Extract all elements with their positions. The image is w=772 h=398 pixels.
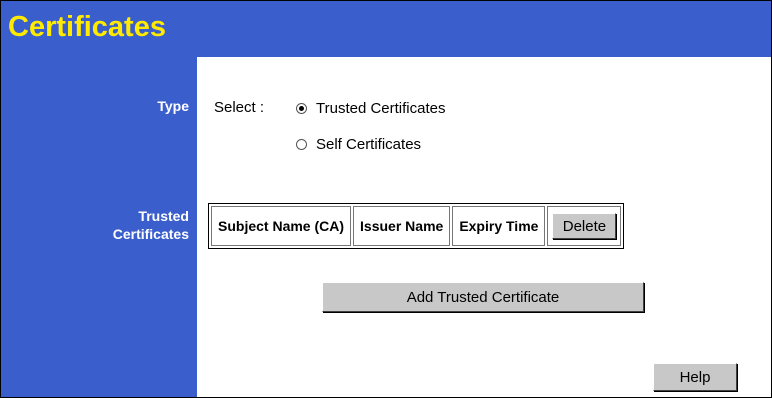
trusted-label-line1: Trusted bbox=[138, 208, 189, 224]
column-issuer-name: Issuer Name bbox=[353, 206, 451, 246]
delete-button[interactable]: Delete bbox=[552, 213, 617, 239]
type-label: Type bbox=[157, 98, 189, 114]
label-column: Type Trusted Certificates bbox=[1, 57, 197, 397]
certificates-table: Subject Name (CA) Issuer Name Expiry Tim… bbox=[208, 203, 625, 249]
delete-cell: Delete bbox=[547, 206, 622, 246]
trusted-label-line2: Certificates bbox=[112, 226, 189, 242]
column-expiry-time: Expiry Time bbox=[452, 206, 546, 246]
add-trusted-certificate-button[interactable]: Add Trusted Certificate bbox=[322, 282, 644, 312]
radio-trusted-certificates[interactable]: Trusted Certificates bbox=[296, 100, 446, 117]
radio-button-unchecked[interactable] bbox=[296, 139, 307, 150]
select-prefix: Select : bbox=[214, 99, 265, 116]
radio-trusted-label: Trusted Certificates bbox=[316, 100, 446, 117]
page-title: Certificates bbox=[8, 11, 166, 43]
trusted-certificates-label: Trusted Certificates bbox=[113, 207, 189, 243]
radio-self-label: Self Certificates bbox=[316, 136, 422, 153]
column-subject-name: Subject Name (CA) bbox=[211, 206, 352, 246]
help-button[interactable]: Help bbox=[653, 363, 737, 391]
radio-button-checked[interactable] bbox=[296, 103, 307, 114]
title-bar: Certificates bbox=[1, 1, 771, 57]
radio-self-certificates[interactable]: Self Certificates bbox=[296, 136, 421, 153]
table-header-row: Subject Name (CA) Issuer Name Expiry Tim… bbox=[211, 206, 622, 246]
